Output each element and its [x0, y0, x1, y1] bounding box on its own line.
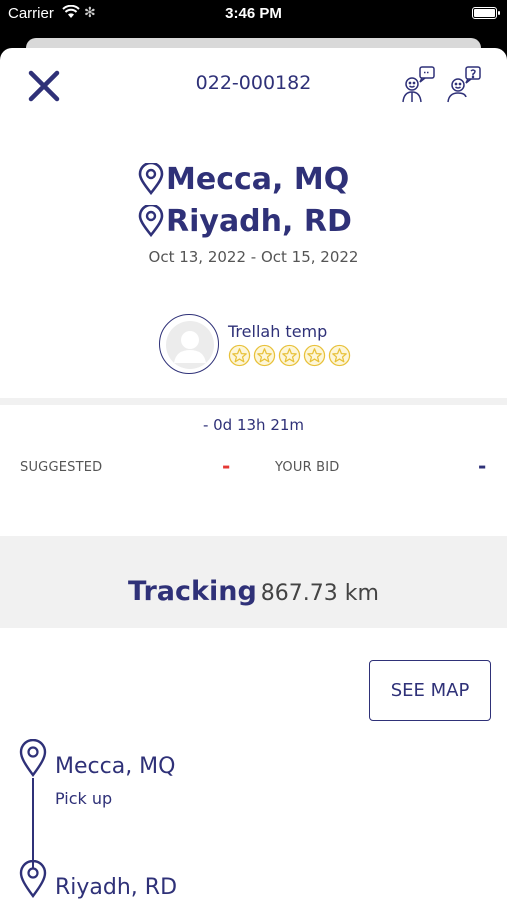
- status-time: 3:46 PM: [225, 5, 282, 22]
- carrier-name: Trellah temp: [228, 322, 328, 341]
- star-icon: [253, 344, 276, 367]
- destination-city: Riyadh, RD: [166, 203, 352, 239]
- suggested-value: -: [222, 454, 231, 478]
- tracking-distance: 867.73 km: [260, 581, 379, 606]
- route-origin: Mecca, MQ: [138, 158, 352, 200]
- your-bid-value: -: [478, 454, 487, 478]
- see-map-button[interactable]: SEE MAP: [369, 660, 491, 721]
- route-destination: Riyadh, RD: [138, 200, 352, 242]
- avatar[interactable]: [159, 314, 219, 374]
- star-icon: [303, 344, 326, 367]
- user-placeholder-icon: [166, 321, 214, 369]
- tracking-label: Tracking: [128, 576, 257, 607]
- location-pin-icon: [138, 205, 164, 237]
- chat-support-icon[interactable]: [398, 64, 438, 104]
- load-detail-sheet: 022-000182 Mecca, MQ Riyadh, RD Oct 13, …: [0, 48, 507, 900]
- bid-countdown: - 0d 13h 21m: [202, 416, 305, 434]
- suggested-label: SUGGESTED: [20, 460, 103, 475]
- origin-city: Mecca, MQ: [166, 161, 350, 197]
- location-pin-icon: [19, 860, 47, 898]
- star-icon: [228, 344, 251, 367]
- battery-icon: [472, 7, 500, 19]
- section-divider: [0, 398, 507, 405]
- stop-origin-type: Pick up: [55, 789, 113, 808]
- help-question-icon[interactable]: [444, 64, 484, 104]
- your-bid-label: YOUR BID: [275, 460, 340, 475]
- rating-stars: [228, 344, 351, 367]
- star-icon: [328, 344, 351, 367]
- status-bar: Carrier ✻ 3:46 PM: [0, 0, 507, 28]
- stop-origin-city: Mecca, MQ: [55, 754, 176, 779]
- location-pin-icon: [138, 163, 164, 195]
- stop-destination-city: Riyadh, RD: [55, 875, 178, 900]
- tracking-summary: Tracking 867.73 km: [0, 576, 507, 607]
- route-connector: [32, 778, 34, 868]
- location-pin-icon: [19, 739, 47, 777]
- date-range: Oct 13, 2022 - Oct 15, 2022: [148, 248, 359, 266]
- route-header: Mecca, MQ Riyadh, RD: [138, 158, 352, 242]
- star-icon: [278, 344, 301, 367]
